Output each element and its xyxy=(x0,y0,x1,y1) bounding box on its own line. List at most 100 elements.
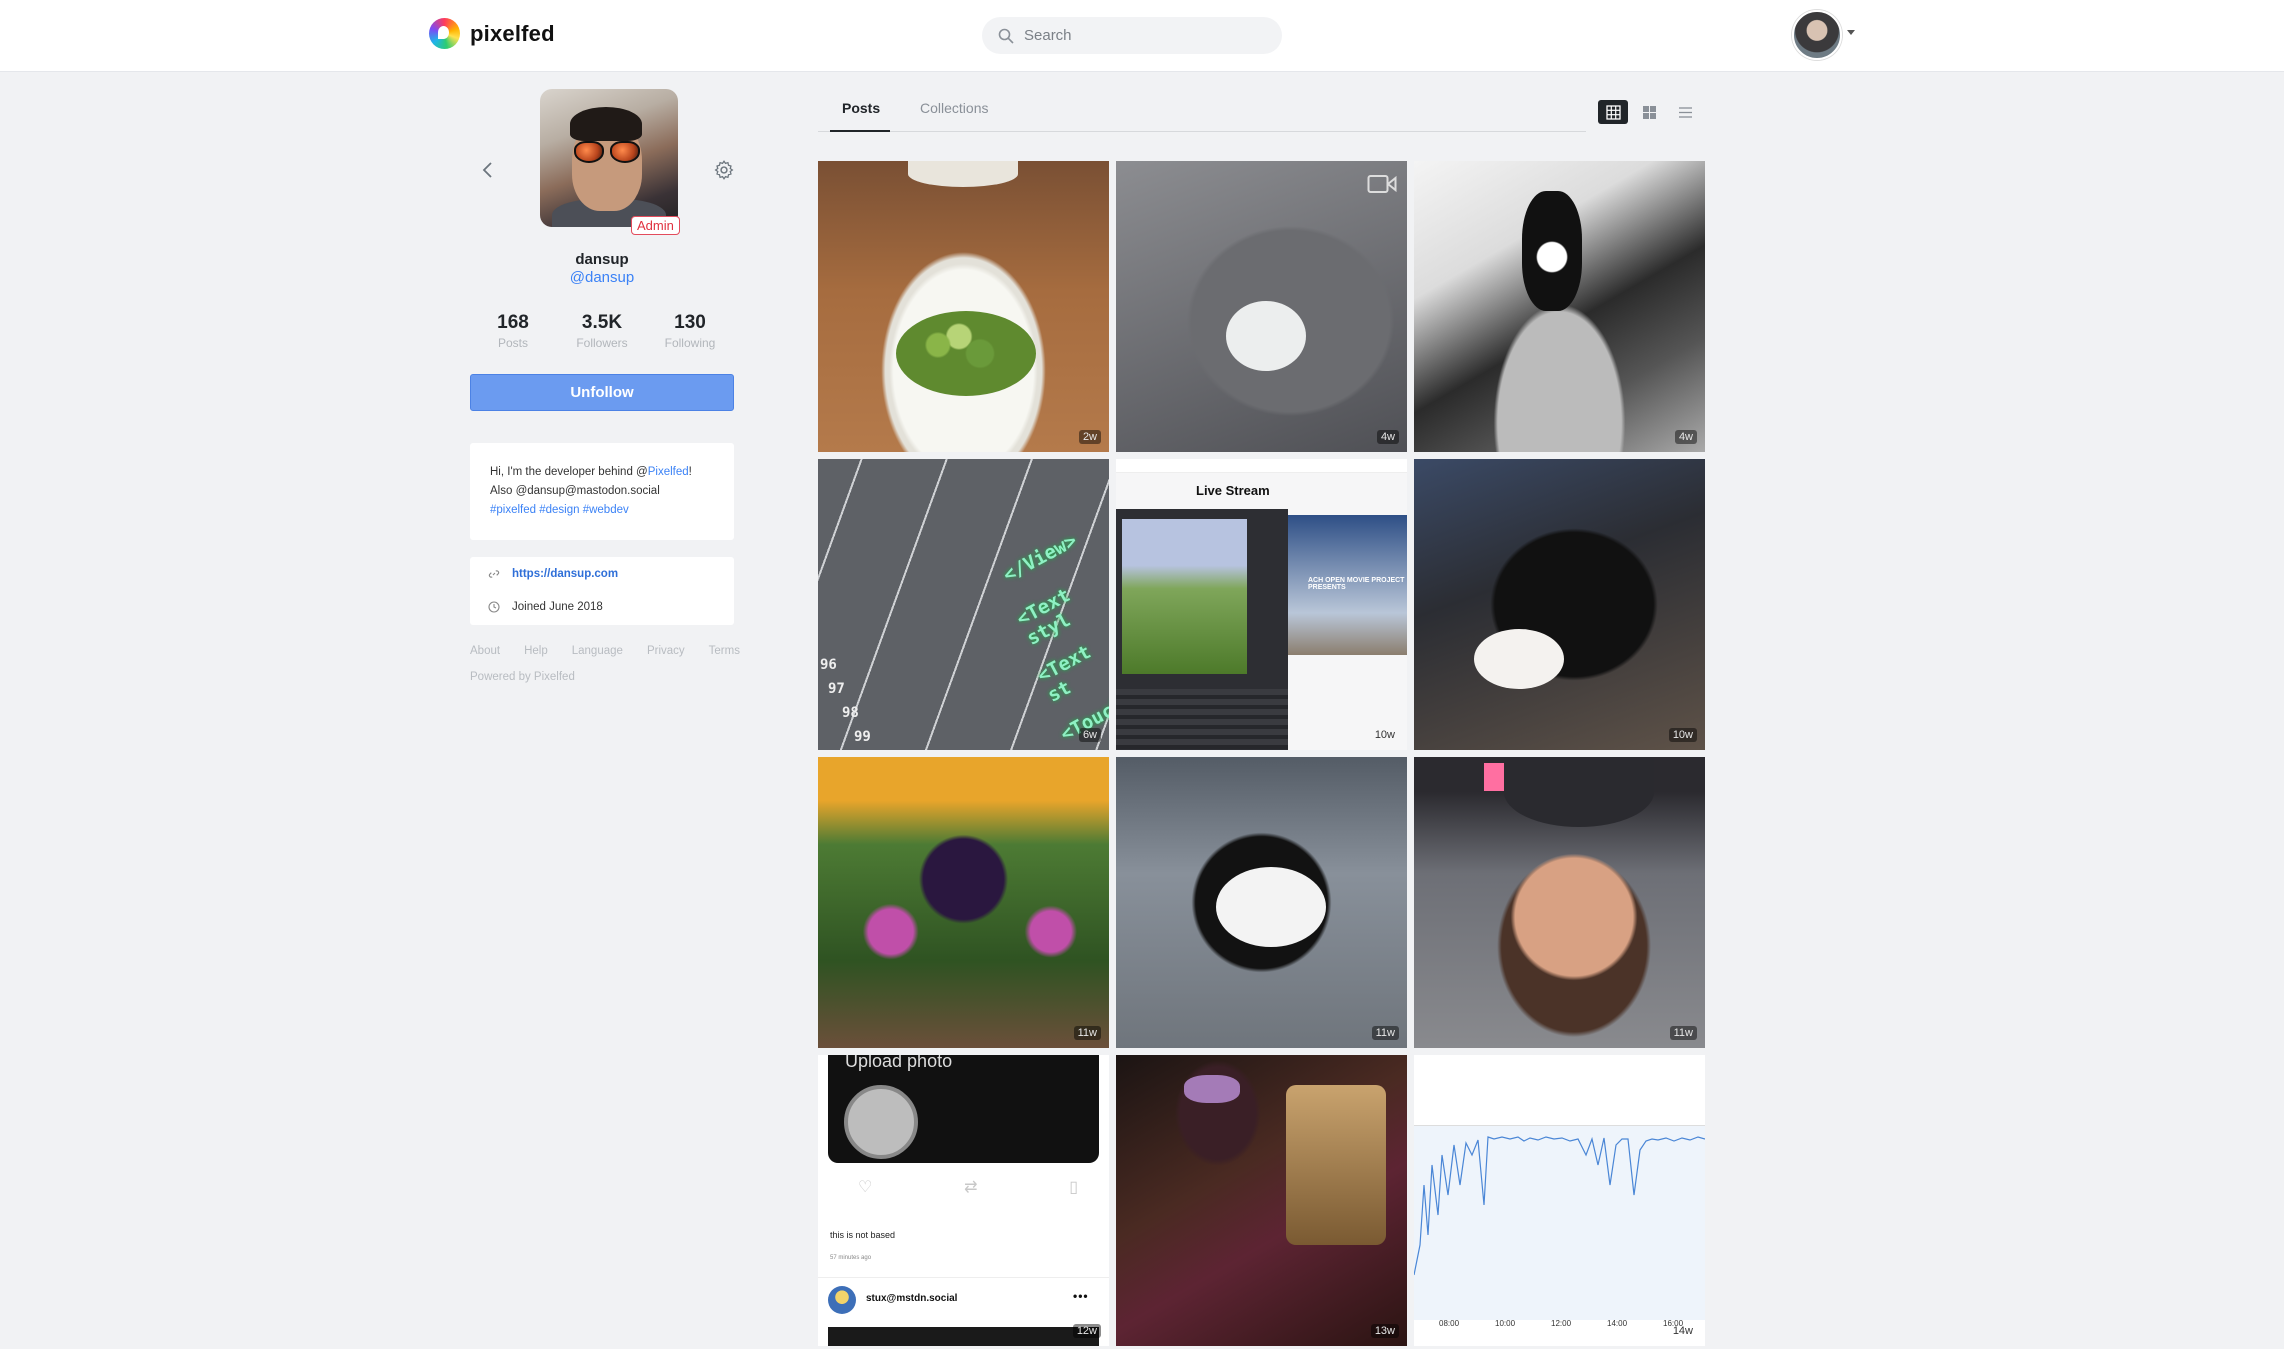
post-tile[interactable]: 11w xyxy=(818,757,1109,1048)
joined-row: Joined June 2018 xyxy=(488,601,603,613)
stat-posts-value: 168 xyxy=(497,312,529,333)
graph-tick: 12:00 xyxy=(1551,1319,1572,1328)
post-tile[interactable]: Upload photo ♡ ⇄ ▯ this is not based 57 mi… xyxy=(818,1055,1109,1346)
stream-title: Live Stream xyxy=(1196,483,1270,498)
post-tile[interactable]: 11w xyxy=(1414,757,1705,1048)
post-age: 11w xyxy=(1669,1026,1697,1040)
heart-icon: ♡ xyxy=(858,1179,873,1196)
website-link[interactable]: https://dansup.com xyxy=(512,568,618,580)
code-line-number: 96 xyxy=(820,657,837,673)
profile-handle[interactable]: @dansup xyxy=(502,269,702,286)
bookmark-icon: ▯ xyxy=(1069,1179,1078,1196)
stat-posts[interactable]: 168 Posts xyxy=(473,312,553,350)
upload-time: 57 minutes ago xyxy=(830,1255,872,1261)
post-age: 6w xyxy=(1078,728,1101,742)
grid-view-button[interactable] xyxy=(1598,100,1628,124)
stat-posts-label: Posts xyxy=(497,336,528,350)
grid-icon xyxy=(1605,104,1621,120)
top-navbar: pixelfed xyxy=(0,0,2284,72)
bio-card: Hi, I'm the developer behind @Pixelfed! … xyxy=(470,443,734,540)
post-tile[interactable]: 10w xyxy=(1414,459,1705,750)
clock-icon xyxy=(488,601,500,613)
posts-grid: 2w 4w 4w </View> <Text styl <Text st <To… xyxy=(818,161,1708,1346)
post-age: 14w xyxy=(1672,1325,1693,1337)
graph-tick: 10:00 xyxy=(1495,1319,1516,1328)
post-tile[interactable]: 2w xyxy=(818,161,1109,452)
graph-tick: 08:00 xyxy=(1439,1319,1460,1328)
post-age: 2w xyxy=(1078,430,1101,444)
upload-user: stux@mstdn.social xyxy=(866,1293,958,1304)
code-snippet-text: <Text st xyxy=(1033,640,1095,707)
post-age: 4w xyxy=(1376,430,1399,444)
joined-date: Joined June 2018 xyxy=(512,601,603,613)
post-age: 10w xyxy=(1668,728,1697,742)
footer-link-privacy[interactable]: Privacy xyxy=(647,645,685,657)
list-icon xyxy=(1678,106,1692,118)
search-input[interactable] xyxy=(1024,27,1264,44)
gear-icon[interactable] xyxy=(713,159,735,181)
caret-down-icon[interactable] xyxy=(1847,30,1855,35)
post-age: 11w xyxy=(1073,1026,1101,1040)
website-row[interactable]: https://dansup.com xyxy=(488,568,618,580)
post-age: 10w xyxy=(1374,729,1395,741)
post-age: 13w xyxy=(1370,1324,1399,1338)
graph-line xyxy=(1414,1136,1705,1276)
post-age: 12w xyxy=(1072,1324,1101,1338)
footer-links: About Help Language Privacy Terms xyxy=(470,645,740,657)
tab-collections[interactable]: Collections xyxy=(920,100,988,116)
post-tile[interactable]: 08:00 10:00 12:00 14:00 16:00 14w xyxy=(1414,1055,1705,1346)
masonry-icon xyxy=(1642,105,1656,119)
code-line-number: 99 xyxy=(854,729,871,745)
post-age: 4w xyxy=(1674,430,1697,444)
stat-following-label: Following xyxy=(664,336,716,350)
user-avatar-menu[interactable] xyxy=(1792,10,1842,60)
list-view-button[interactable] xyxy=(1670,100,1700,124)
graph-tick: 14:00 xyxy=(1607,1319,1628,1328)
post-tile[interactable]: 13w xyxy=(1116,1055,1407,1346)
code-line-number: 97 xyxy=(828,681,845,697)
search-icon xyxy=(998,28,1014,44)
post-tile[interactable]: Live Stream ACH OPEN MOVIE PROJECT PRESE… xyxy=(1116,459,1407,750)
brand-name: pixelfed xyxy=(470,20,555,46)
footer-link-help[interactable]: Help xyxy=(524,645,548,657)
profile-display-name: dansup xyxy=(575,251,629,268)
post-tile[interactable]: 11w xyxy=(1116,757,1407,1048)
link-icon xyxy=(488,570,500,578)
chevron-left-icon[interactable] xyxy=(478,160,498,180)
stream-caption: ACH OPEN MOVIE PROJECT PRESENTS xyxy=(1308,577,1405,591)
code-snippet-text: </View> xyxy=(999,529,1081,587)
profile-info-card: https://dansup.com Joined June 2018 xyxy=(470,557,734,625)
admin-badge: Admin xyxy=(631,216,680,235)
video-camera-icon xyxy=(1367,175,1397,193)
masonry-view-button[interactable] xyxy=(1634,100,1664,124)
footer-link-terms[interactable]: Terms xyxy=(709,645,740,657)
profile-tabs: Posts Collections xyxy=(818,90,1586,132)
brand-link[interactable]: pixelfed xyxy=(429,18,555,49)
footer-link-language[interactable]: Language xyxy=(572,645,623,657)
post-tile[interactable]: </View> <Text styl <Text st <Touch 96 97… xyxy=(818,459,1109,750)
post-tile[interactable]: 4w xyxy=(1414,161,1705,452)
unfollow-button[interactable]: Unfollow xyxy=(470,374,734,411)
layout-toggle xyxy=(1598,100,1700,124)
tab-posts[interactable]: Posts xyxy=(842,100,880,116)
stat-followers-label: Followers xyxy=(576,336,628,350)
footer-link-about[interactable]: About xyxy=(470,645,500,657)
bio-hashtags[interactable]: #pixelfed #design #webdev xyxy=(490,501,714,520)
pixelfed-logo-icon xyxy=(429,18,460,49)
bio-line-1: Hi, I'm the developer behind @Pixelfed! xyxy=(490,466,692,478)
search-box[interactable] xyxy=(982,17,1282,54)
stat-following[interactable]: 130 Following xyxy=(650,312,730,350)
upload-caption: this is not based xyxy=(830,1230,896,1240)
stat-followers[interactable]: 3.5K Followers xyxy=(562,312,642,350)
bio-line-2: Also @dansup@mastodon.social xyxy=(490,485,660,497)
powered-by[interactable]: Powered by Pixelfed xyxy=(470,671,575,683)
more-icon: ••• xyxy=(1073,1289,1089,1303)
stat-followers-value: 3.5K xyxy=(581,312,623,333)
post-tile[interactable]: 4w xyxy=(1116,161,1407,452)
tab-active-indicator xyxy=(830,130,890,132)
upload-title: Upload photo xyxy=(845,1055,953,1071)
profile-avatar[interactable] xyxy=(540,89,678,227)
post-age: 11w xyxy=(1371,1026,1399,1040)
bio-pixelfed-link[interactable]: Pixelfed xyxy=(648,466,689,478)
code-line-number: 98 xyxy=(842,705,859,721)
